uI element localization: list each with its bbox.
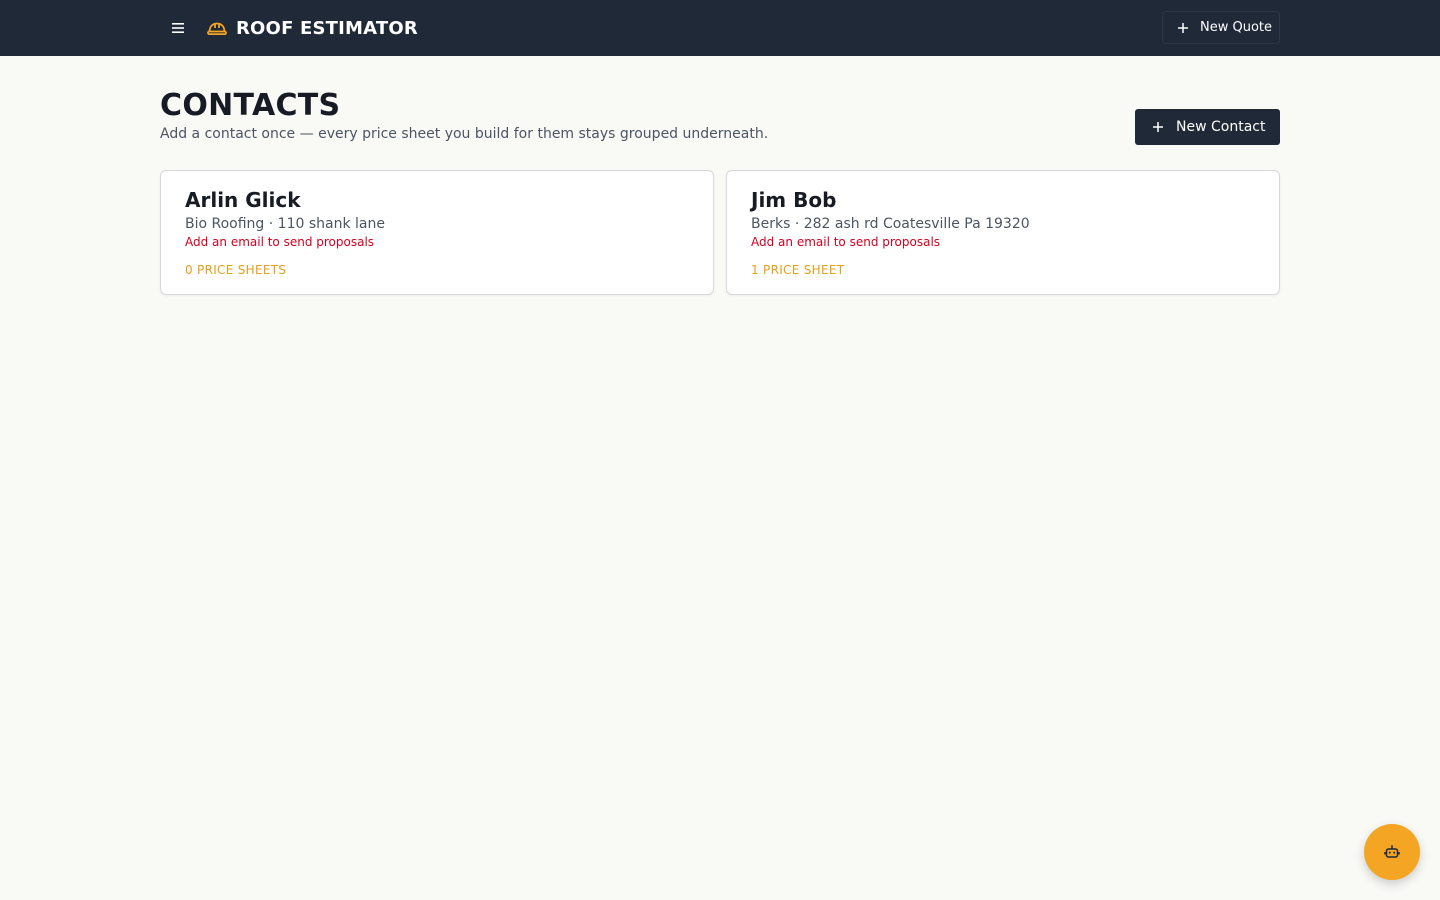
plus-icon [1178,22,1188,33]
new-contact-button[interactable]: New Contact [1135,109,1280,145]
contact-details: Bio Roofing · 110 shank lane [185,216,385,232]
page-title: CONTACTS [160,88,341,123]
app-title: ROOF ESTIMATOR [236,17,418,39]
contact-name: Arlin Glick [185,188,301,212]
contact-card[interactable]: Arlin Glick Bio Roofing · 110 shank lane… [160,170,714,295]
contact-details: Berks · 282 ash rd Coatesville Pa 19320 [751,216,1030,232]
price-sheet-count: 1 PRICE SHEET [751,263,845,277]
missing-email-warning: Add an email to send proposals [185,235,375,249]
hamburger-menu-icon [172,23,184,33]
new-quote-label: New Quote [1200,20,1273,35]
new-contact-label: New Contact [1176,119,1266,135]
robot-icon [1384,845,1400,858]
assistant-button[interactable] [1364,824,1420,880]
new-quote-button[interactable]: New Quote [1162,11,1280,44]
contact-card[interactable]: Jim Bob Berks · 282 ash rd Coatesville P… [726,170,1280,295]
contact-name: Jim Bob [751,188,837,212]
plus-icon [1153,122,1163,132]
page-subtitle: Add a contact once — every price sheet y… [160,126,769,142]
menu-button[interactable] [166,16,190,40]
brand[interactable]: ROOF ESTIMATOR [207,16,418,40]
top-bar: ROOF ESTIMATOR New Quote [0,0,1440,56]
hard-hat-icon [207,22,227,35]
missing-email-warning: Add an email to send proposals [751,235,941,249]
price-sheet-count: 0 PRICE SHEETS [185,263,287,277]
